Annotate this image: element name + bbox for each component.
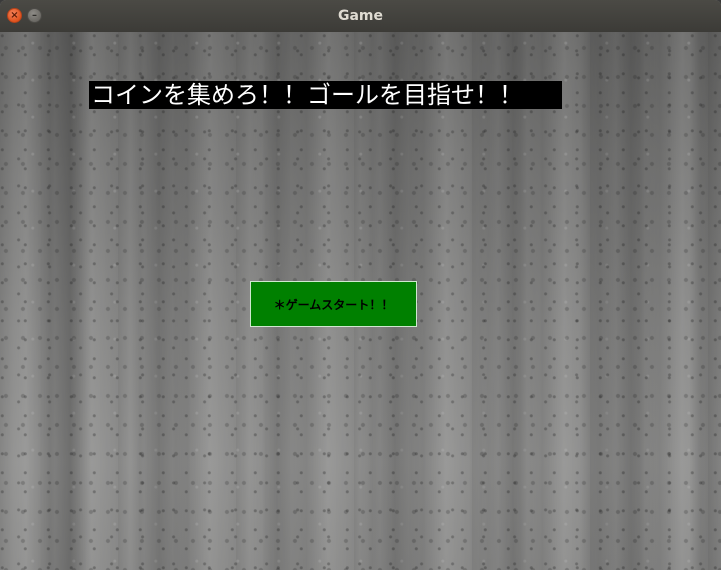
- window-title: Game: [337, 8, 384, 24]
- game-canvas: コインを集めろ！！ゴールを目指せ！！ ＊ゲームスタート！！: [0, 32, 721, 570]
- close-icon: ×: [10, 9, 19, 21]
- game-headline: コインを集めろ！！ゴールを目指せ！！: [89, 81, 562, 109]
- close-button[interactable]: ×: [7, 8, 22, 23]
- game-window: Game × – コインを集めろ！！ゴールを目指せ！！ ＊ゲームスタート！！: [0, 0, 721, 570]
- minimize-icon: –: [32, 9, 37, 21]
- title-bar: Game × –: [0, 0, 721, 33]
- game-start-button[interactable]: ＊ゲームスタート！！: [250, 281, 417, 327]
- minimize-button[interactable]: –: [27, 8, 42, 23]
